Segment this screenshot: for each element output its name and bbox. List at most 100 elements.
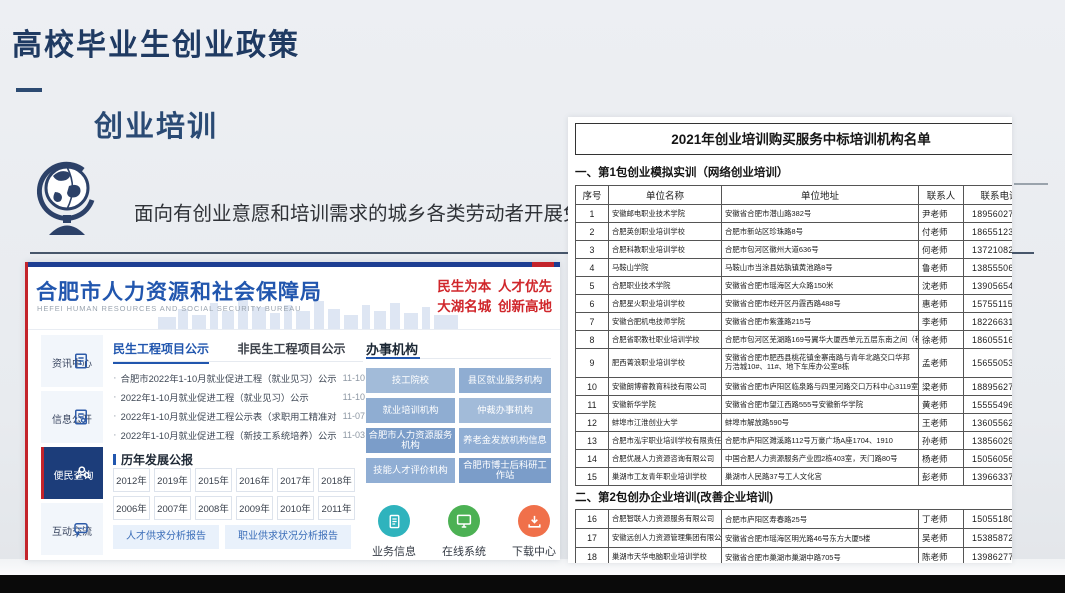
report-link-1[interactable]: 人才供求分析报告	[113, 525, 219, 549]
sidebar-item-1[interactable]: 资讯中心	[41, 335, 103, 387]
table-header-row: 序号单位名称单位地址联系人联系电话	[576, 186, 1013, 205]
table-row: 7安徽合肥机电技师学院安徽省合肥市紫蓬路215号李老师18226631206	[576, 313, 1013, 331]
year-buttons: 2012年2019年2015年2016年2017年2018年 2006年2007年…	[113, 468, 365, 520]
year-button[interactable]: 2012年	[113, 468, 150, 492]
year-button[interactable]: 2019年	[154, 468, 191, 492]
agency-button[interactable]: 合肥市人力资源服务机构	[366, 428, 455, 453]
download-icon	[518, 505, 550, 537]
year-button[interactable]: 2007年	[154, 496, 191, 520]
year-button[interactable]: 2010年	[277, 496, 314, 520]
site-slogan: 民生为本 人才优先 大湖名城 创新高地	[437, 277, 552, 318]
news-item[interactable]: · 2022年1-10月就业促进工程（就业见习）公示 11-10	[113, 387, 365, 406]
site-header: 合肥市人力资源和社会保障局 HEFEI HUMAN RESOURCES AND …	[28, 267, 560, 330]
winners-table-2: 16合肥智联人力资源服务有限公司合肥市庐阳区寿春路25号丁老师150551809…	[575, 509, 1012, 563]
news-item-date: 11-10	[343, 392, 365, 402]
slogan-line-2: 大湖名城 创新高地	[437, 297, 552, 317]
presentation-slide: 高校毕业生创业政策 创业培训 面向有创业意愿和培训需求的城乡各类劳动者开展免费	[0, 0, 1065, 593]
site-sidebar: 资讯中心信息公开便民查询互动交流	[41, 335, 103, 559]
news-tabs: 民生工程项目公示 非民生工程项目公示	[113, 340, 369, 358]
table-row: 13合肥市泓宇职业培训学校有限责任公司合肥市庐阳区濉溪路112号万豪广场A座17…	[576, 432, 1013, 450]
quick-link-3[interactable]: 下载中心	[504, 505, 564, 559]
agency-button[interactable]: 养老金发放机构信息	[459, 428, 551, 453]
news-item[interactable]: · 合肥市2022年1-10月就业促进工程（就业见习）公示表 11-10	[113, 368, 365, 387]
agency-button[interactable]: 就业培训机构	[366, 398, 455, 423]
table-row: 2合肥英创职业培训学校合肥市新站区珍珠路8号付老师18655123777	[576, 223, 1013, 241]
agency-divider	[420, 358, 551, 359]
bullet-icon: ·	[113, 372, 117, 384]
news-item-date: 11-03	[343, 430, 365, 440]
column-header: 序号	[576, 186, 609, 205]
tab-non-minsheng-projects[interactable]: 非民生工程项目公示	[237, 342, 345, 356]
title-dash	[16, 88, 42, 92]
column-header: 单位地址	[722, 186, 919, 205]
sidebar-item-2[interactable]: 信息公开	[41, 391, 103, 443]
video-letterbox-bar	[0, 575, 1065, 593]
year-button[interactable]: 2011年	[318, 496, 355, 520]
agency-heading-underline	[366, 357, 420, 359]
slogan-line-1: 民生为本 人才优先	[437, 277, 552, 297]
agency-button[interactable]: 技能人才评价机构	[366, 458, 455, 483]
site-title-en: HEFEI HUMAN RESOURCES AND SOCIAL SECURIT…	[37, 304, 302, 313]
agency-button[interactable]: 技工院校	[366, 368, 455, 393]
news-item-title: 合肥市2022年1-10月就业促进工程（就业见习）公示表	[121, 371, 337, 385]
news-item-date: 11-10	[343, 373, 365, 383]
agency-heading: 办事机构	[366, 339, 418, 358]
news-list: · 合肥市2022年1-10月就业促进工程（就业见习）公示表 11-10 · 2022年…	[113, 368, 365, 444]
table-row: 9肥西菁浪职业培训学校安徽省合肥市肥西县桃花镇金寨南路与青年北路交口华邦万浩城1…	[576, 349, 1013, 378]
agency-button[interactable]: 合肥市博士后科研工作站	[459, 458, 551, 483]
news-item-title: 2022年1-10月就业促进工程（就业见习）公示	[121, 390, 337, 404]
table-row: 12蚌埠市江淮创业大学蚌埠市解放路590号王老师13605562157	[576, 414, 1013, 432]
agency-button[interactable]: 县区就业服务机构	[459, 368, 551, 393]
quick-link-1[interactable]: 业务信息	[364, 505, 424, 559]
section-heading: 创业培训	[94, 103, 218, 145]
document-table-screenshot: 2021年创业培训购买服务中标培训机构名单 一、第1包创业模拟实训（网络创业培训…	[568, 117, 1012, 563]
year-button[interactable]: 2008年	[195, 496, 232, 520]
news-item[interactable]: · 2022年1-10月就业促进工程（新技工系统培养）公示表 11-03	[113, 425, 365, 444]
bullet-icon: ·	[113, 429, 117, 441]
news-item-title: 2022年1-10月就业促进工程公示表（求职用工精准对接计划）	[121, 409, 337, 423]
globe-icon	[33, 158, 99, 236]
bullet-icon: ·	[113, 410, 117, 422]
bullet-icon: ·	[113, 391, 117, 403]
agency-grid: 技工院校县区就业服务机构就业培训机构仲裁办事机构合肥市人力资源服务机构养老金发放…	[366, 368, 552, 483]
column-header: 联系电话	[964, 186, 1013, 205]
quick-link-label: 在线系统	[442, 543, 486, 559]
table-row: 8合肥省职教社职业培训学校合肥市包河区芜湖路169号翼华大厦西单元五层东南之间（…	[576, 331, 1013, 349]
quick-link-label: 业务信息	[372, 543, 416, 559]
table-row: 10安徽朗博睿教育科技有限公司安徽省合肥市庐阳区临泉路与四里河路交口万科中心31…	[576, 378, 1013, 396]
monitor-icon	[448, 505, 480, 537]
quick-link-label: 下载中心	[512, 543, 556, 559]
news-item[interactable]: · 2022年1-10月就业促进工程公示表（求职用工精准对接计划） 11-07	[113, 406, 365, 425]
year-button[interactable]: 2015年	[195, 468, 232, 492]
body-text: 面向有创业意愿和培训需求的城乡各类劳动者开展免费	[134, 197, 602, 226]
column-header: 单位名称	[609, 186, 722, 205]
year-button[interactable]: 2017年	[277, 468, 314, 492]
year-button[interactable]: 2006年	[113, 496, 150, 520]
winners-table-1: 序号单位名称单位地址联系人联系电话1安徽邮电职业技术学院安徽省合肥市潜山路382…	[575, 185, 1012, 486]
table-row: 1安徽邮电职业技术学院安徽省合肥市潜山路382号尹老师18956027105	[576, 205, 1013, 223]
table-row: 3合肥科教职业培训学校合肥市包河区徽州大道636号何老师13721082011	[576, 241, 1013, 259]
news-item-title: 2022年1-10月就业促进工程（新技工系统培养）公示表	[121, 428, 337, 442]
sidebar-item-3[interactable]: 便民查询	[41, 447, 103, 499]
table-row: 17安徽远创人力资源管理集团有限公司安徽省合肥市瑶海区明光路46号东方大厦5楼吴…	[576, 529, 1013, 548]
heading-bar-icon	[113, 454, 116, 465]
sidebar-item-4[interactable]: 互动交流	[41, 503, 103, 555]
table-row: 16合肥智联人力资源服务有限公司合肥市庐阳区寿春路25号丁老师150551809…	[576, 510, 1013, 529]
table-row: 11安徽新华学院安徽省合肥市望江西路555号安徽新华学院黄老师155554967…	[576, 396, 1013, 414]
bulletin-heading: 历年发展公报	[113, 451, 193, 468]
year-button[interactable]: 2009年	[236, 496, 273, 520]
tabs-divider	[113, 361, 363, 362]
year-button[interactable]: 2016年	[236, 468, 273, 492]
year-button[interactable]: 2018年	[318, 468, 355, 492]
agency-button[interactable]: 仲裁办事机构	[459, 398, 551, 423]
doc-title: 2021年创业培训购买服务中标培训机构名单	[575, 123, 1012, 155]
doc-section1-heading: 一、第1包创业模拟实训（网络创业培训）	[575, 164, 788, 180]
quick-link-2[interactable]: 在线系统	[434, 505, 494, 559]
report-links: 人才供求分析报告职业供求状况分析报告	[113, 525, 351, 549]
table-row: 4马鞍山学院马鞍山市当涂县姑孰镇黄池路8号鲁老师13855506815	[576, 259, 1013, 277]
report-link-2[interactable]: 职业供求状况分析报告	[225, 525, 351, 549]
table-row: 6合肥星火职业培训学校安徽省合肥市经开区丹霞西路488号惠老师157551153…	[576, 295, 1013, 313]
news-item-date: 11-07	[343, 411, 365, 421]
column-header: 联系人	[919, 186, 964, 205]
document-icon	[378, 505, 410, 537]
